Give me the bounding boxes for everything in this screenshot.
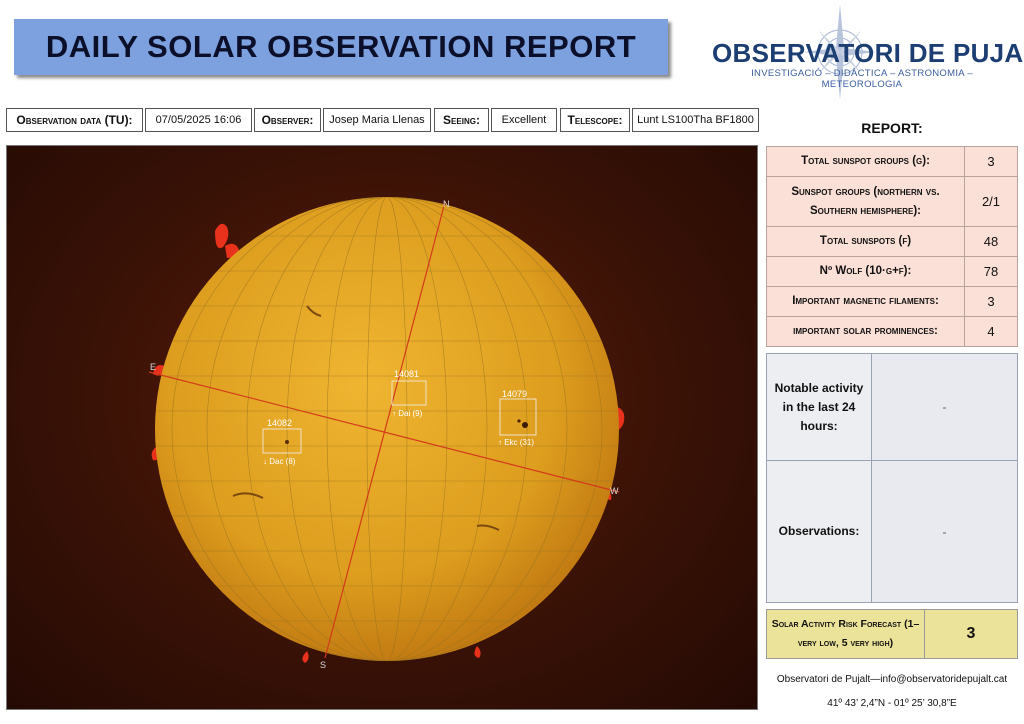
- wolf-number-label: Nº Wolf (10·g+f):: [766, 256, 965, 287]
- stats-row: Nº Wolf (10·g+f): 78: [766, 256, 1018, 287]
- observer-value: Josep Maria Llenas: [329, 114, 425, 126]
- notable-activity-value: -: [871, 353, 1018, 461]
- risk-forecast-table: Solar Activity Risk Forecast (1– very lo…: [766, 609, 1018, 659]
- report-notes-table: Notable activity in the last 24 hours: -…: [766, 353, 1018, 603]
- region-14079-class: ↑ Ekc (31): [498, 438, 534, 447]
- hemisphere-groups-label: Sunspot groups (northern vs. Southern he…: [766, 176, 965, 227]
- north-label: N: [443, 199, 450, 209]
- seeing-value: Excellent: [501, 114, 547, 126]
- hemisphere-groups-value: 2/1: [964, 176, 1018, 227]
- solar-image: N S E W 14082 ↓ Dac (8) 14081 ↑ Dai (9) …: [6, 145, 758, 710]
- observations-row: Observations: -: [766, 460, 1018, 603]
- observation-data-value: 07/05/2025 16:06: [155, 114, 242, 126]
- seeing-value-cell: Excellent: [491, 108, 557, 132]
- solar-prominences-value: 4: [964, 316, 1018, 347]
- telescope-value-cell: Lunt LS100Tha BF1800: [632, 108, 759, 132]
- risk-forecast-value: 3: [924, 609, 1018, 659]
- south-label: S: [320, 660, 326, 670]
- stats-row: Total sunspots (f) 48: [766, 226, 1018, 257]
- telescope-value: Lunt LS100Tha BF1800: [637, 114, 754, 126]
- report-heading: REPORT:: [861, 120, 923, 136]
- observations-value: -: [871, 460, 1018, 603]
- wolf-number-value: 78: [964, 256, 1018, 287]
- notable-activity-row: Notable activity in the last 24 hours: -: [766, 353, 1018, 461]
- stats-row: Important magnetic filaments: 3: [766, 286, 1018, 317]
- observer-label-cell: Observer:: [254, 108, 321, 132]
- logo-subtitle: INVESTIGACIÓ – DIDÀCTICA – ASTRONOMIA – …: [751, 68, 973, 90]
- total-sunspot-groups-label: Total sunspot groups (g):: [766, 146, 965, 177]
- stats-row: Total sunspot groups (g): 3: [766, 146, 1018, 177]
- observatory-logo: OBSERVATORI DE PUJALT INVESTIGACIÓ – DID…: [700, 2, 1024, 102]
- region-14079-number: 14079: [502, 389, 527, 399]
- stats-row: important solar prominences: 4: [766, 316, 1018, 347]
- telescope-label: Telescope:: [567, 113, 623, 127]
- magnetic-filaments-value: 3: [964, 286, 1018, 317]
- notable-activity-label: Notable activity in the last 24 hours:: [766, 353, 872, 461]
- total-sunspot-groups-value: 3: [964, 146, 1018, 177]
- footer-contact: Observatori de Pujalt—info@observatoride…: [776, 674, 1008, 685]
- observations-label: Observations:: [766, 460, 872, 603]
- telescope-label-cell: Telescope:: [560, 108, 630, 132]
- stats-row: Sunspot groups (northern vs. Southern he…: [766, 176, 1018, 227]
- region-14081-number: 14081: [394, 369, 419, 379]
- report-stats-table: Total sunspot groups (g): 3 Sunspot grou…: [766, 146, 1018, 347]
- solar-prominences-label: important solar prominences:: [766, 316, 965, 347]
- observation-data-value-cell: 07/05/2025 16:06: [145, 108, 252, 132]
- magnetic-filaments-label: Important magnetic filaments:: [766, 286, 965, 317]
- region-14082-class: ↓ Dac (8): [263, 457, 296, 466]
- sun-drawing: N S E W 14082 ↓ Dac (8) 14081 ↑ Dai (9) …: [148, 197, 625, 670]
- seeing-label-cell: Seeing:: [434, 108, 489, 132]
- risk-forecast-label: Solar Activity Risk Forecast (1– very lo…: [766, 609, 925, 659]
- observer-label: Observer:: [261, 113, 314, 127]
- east-label: E: [150, 362, 156, 372]
- logo-name: OBSERVATORI DE PUJALT: [712, 38, 1024, 68]
- total-sunspots-label: Total sunspots (f): [766, 226, 965, 257]
- sun-disk: [155, 197, 619, 661]
- observer-value-cell: Josep Maria Llenas: [323, 108, 431, 132]
- observation-data-label: Observation data (TU):: [16, 113, 133, 127]
- report-title: DAILY SOLAR OBSERVATION REPORT: [14, 19, 668, 75]
- seeing-label: Seeing:: [443, 113, 480, 127]
- observation-data-label-cell: Observation data (TU):: [6, 108, 143, 132]
- footer-coordinates: 41º 43’ 2,4”N - 01º 25’ 30,8”E: [827, 698, 957, 709]
- region-14082-number: 14082: [267, 418, 292, 428]
- region-14081-class: ↑ Dai (9): [392, 409, 423, 418]
- total-sunspots-value: 48: [964, 226, 1018, 257]
- west-label: W: [610, 486, 619, 496]
